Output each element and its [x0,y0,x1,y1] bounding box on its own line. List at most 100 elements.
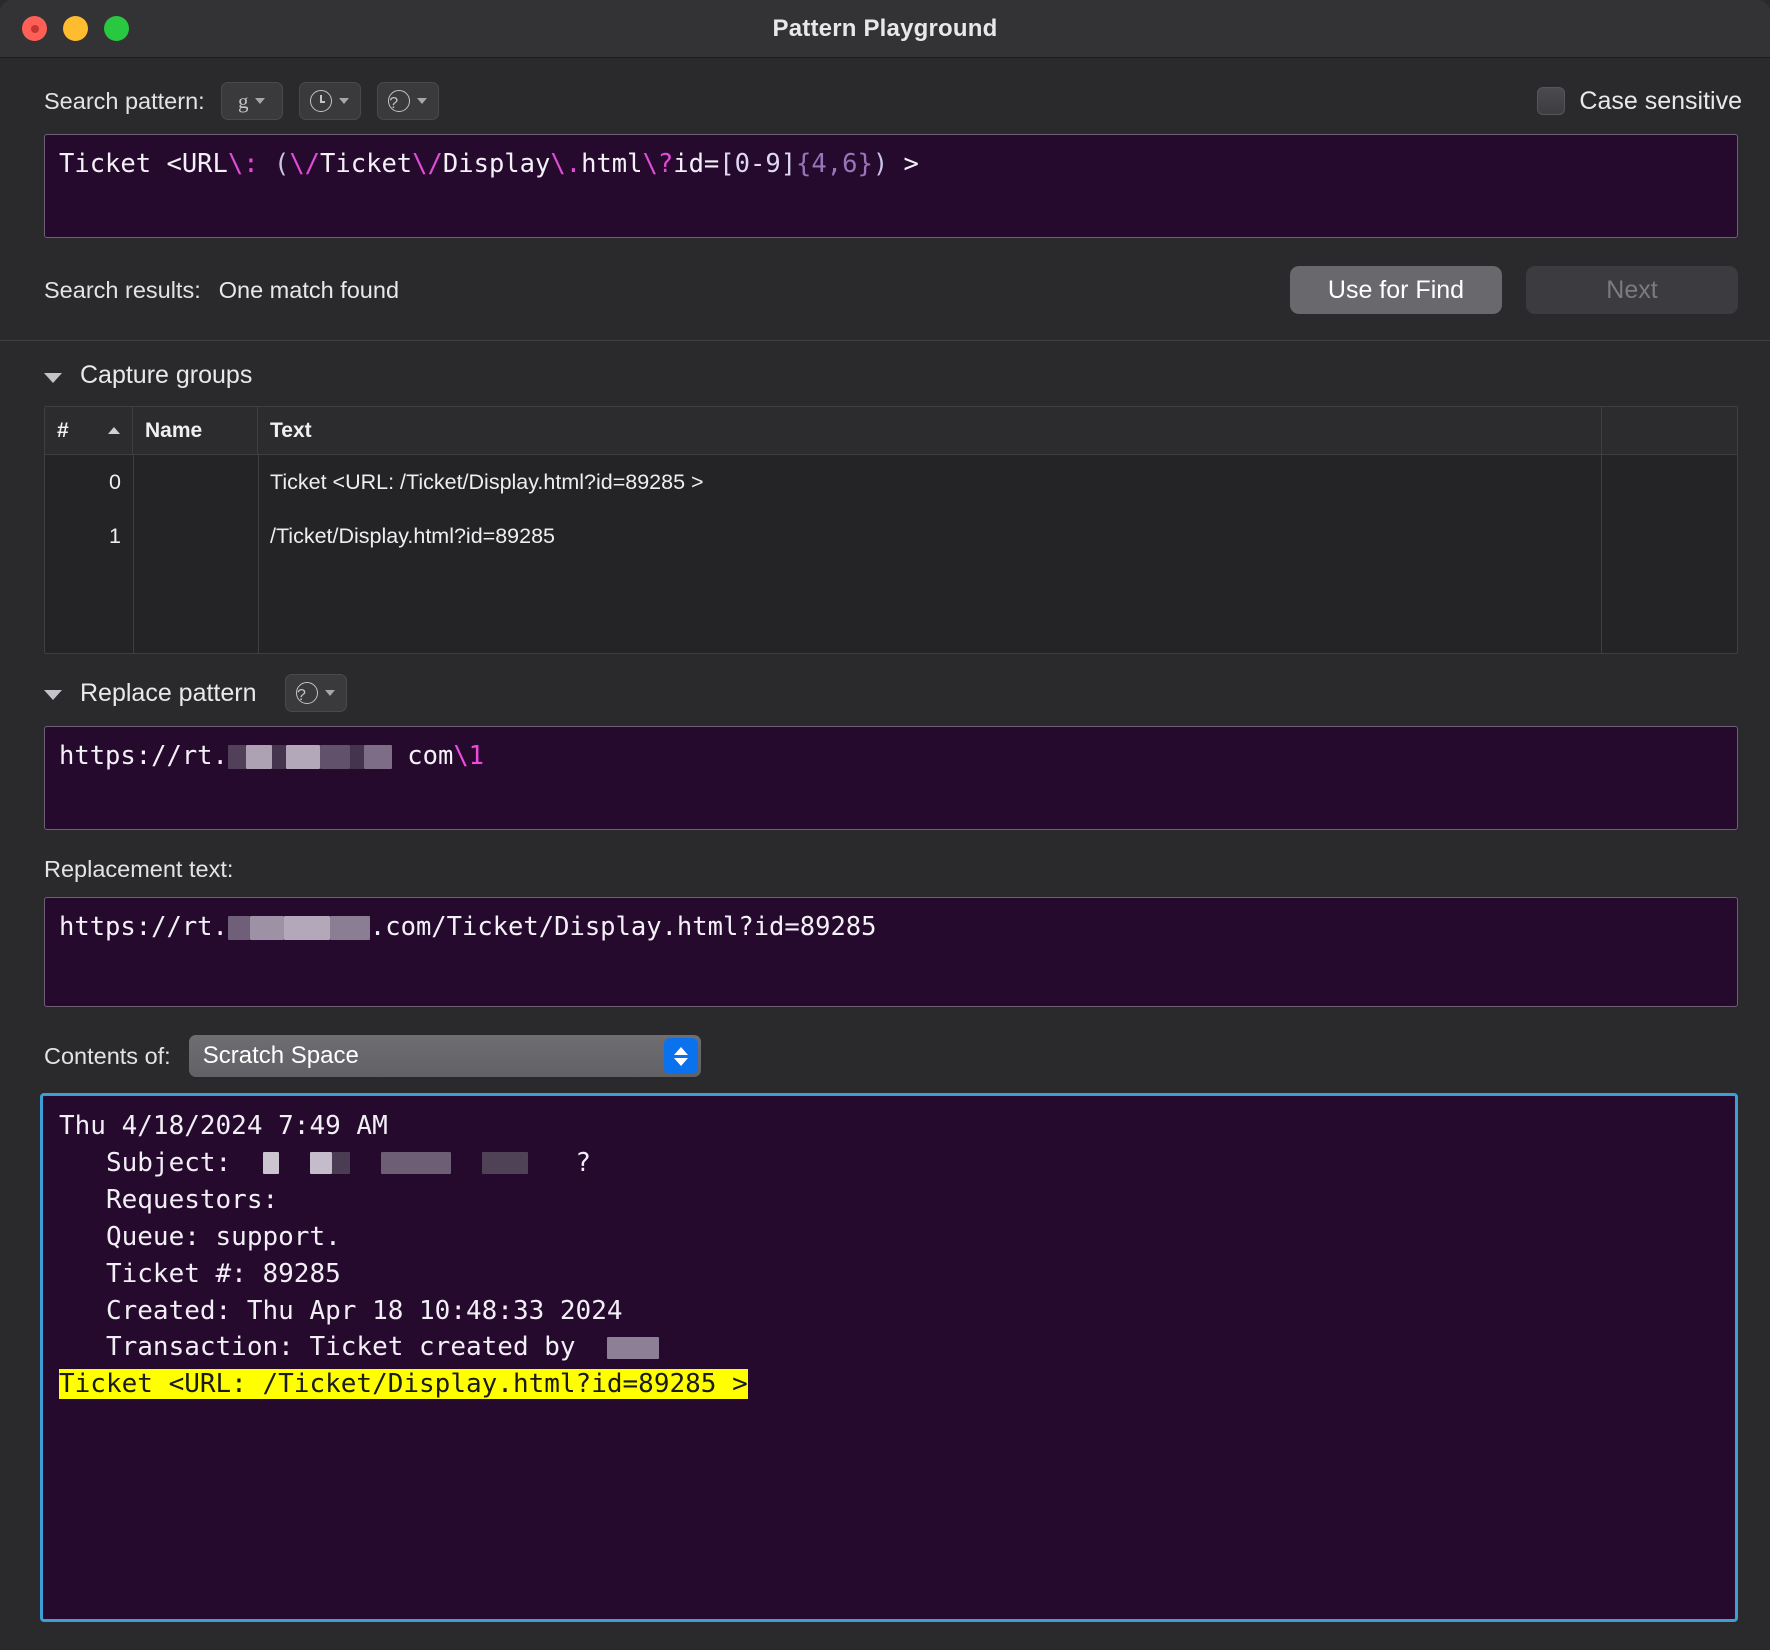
replacement-suffix-text: .com/Ticket/Display.html?id=89285 [370,912,877,942]
pattern-token: \/ [289,149,320,179]
column-header-name[interactable]: Name [133,407,258,454]
table-row[interactable]: 1 /Ticket/Display.html?id=89285 [45,509,1737,563]
search-results-label: Search results: [44,277,201,304]
question-icon: ? [388,90,410,112]
case-sensitive-checkbox[interactable] [1537,87,1565,115]
redacted-block [482,1152,528,1174]
case-sensitive-label: Case sensitive [1579,87,1742,116]
pattern-playground-window: Pattern Playground Search pattern: g ? C… [0,0,1770,1650]
chevron-down-icon [674,1058,688,1066]
redacted-block [381,1152,451,1174]
search-pattern-label: Search pattern: [44,88,205,115]
replacement-text-label: Replacement text: [0,830,1770,883]
pattern-token: ( [274,149,289,179]
redacted-block [330,916,370,940]
column-header-spacer [1602,407,1737,454]
pattern-token: \? [643,149,674,179]
capture-groups-disclosure[interactable]: Capture groups [0,341,1770,390]
chevron-up-icon [674,1047,688,1055]
search-pattern-header: Search pattern: g ? Case sensitive [0,58,1770,120]
pattern-token: Ticket [320,149,412,179]
scratch-line-1: Thu 4/18/2024 7:49 AM [59,1111,388,1141]
traffic-light-buttons [22,16,129,41]
redacted-block [607,1337,659,1359]
column-divider [258,455,259,653]
cell-text: Ticket <URL: /Ticket/Display.html?id=892… [258,470,1737,495]
up-down-chevrons-icon[interactable] [664,1038,698,1074]
results-buttons: Use for Find Next [1290,266,1738,314]
scratch-line-3: Requestors: [59,1185,278,1215]
scratch-space-text-area[interactable]: Thu 4/18/2024 7:49 AM Subject: ? Request… [40,1093,1738,1622]
case-sensitive-control[interactable]: Case sensitive [1537,87,1742,116]
redacted-block [320,745,350,769]
search-pattern-input[interactable]: Ticket <URL\: (\/Ticket\/Display\.html\?… [44,134,1738,238]
redacted-block [250,916,284,940]
search-results-value: One match found [219,277,399,304]
replace-suffix-text: com [392,741,453,771]
pattern-token: html [581,149,642,179]
column-divider [133,455,134,653]
window-body: Search pattern: g ? Case sensitive Ticke… [0,58,1770,1650]
pattern-token [259,149,274,179]
contents-selected-value: Scratch Space [203,1042,359,1070]
question-icon: ? [296,682,318,704]
close-button[interactable] [22,16,47,41]
bottom-spacer [0,1622,1770,1650]
pattern-help-button[interactable]: ? [377,82,439,120]
replace-prefix-text: https://rt. [59,741,228,771]
pattern-token: \/ [412,149,443,179]
pattern-token: Ticket <URL [59,149,228,179]
redacted-block [286,745,320,769]
scratch-line-4: Queue: support. [59,1222,341,1252]
replace-pattern-disclosure[interactable]: Replace pattern ? [0,654,1770,712]
clock-icon [310,90,332,112]
column-divider [1601,455,1602,653]
redacted-block [246,745,272,769]
chevron-down-icon[interactable] [44,373,62,383]
redacted-block [263,1152,279,1174]
contents-source-select[interactable]: Scratch Space [189,1035,701,1077]
redacted-block [350,745,364,769]
chevron-down-icon[interactable] [44,690,62,700]
replacement-text-output[interactable]: https://rt..com/Ticket/Display.html?id=8… [44,897,1738,1007]
pattern-token: \: [228,149,259,179]
backreference-token: \1 [453,741,484,771]
table-body: 0 Ticket <URL: /Ticket/Display.html?id=8… [45,455,1737,653]
g-flag-icon: g [238,89,249,114]
redacted-block [284,916,330,940]
replace-help-button[interactable]: ? [285,674,347,712]
chevron-down-icon [255,98,265,104]
table-row[interactable]: 0 Ticket <URL: /Ticket/Display.html?id=8… [45,455,1737,509]
pattern-token: [0-9] [719,149,796,179]
minimize-button[interactable] [63,16,88,41]
chevron-down-icon [417,98,427,104]
redacted-block [272,745,286,769]
redacted-block [364,745,392,769]
replace-pattern-title: Replace pattern [80,679,257,708]
cell-number: 0 [45,470,133,495]
title-bar: Pattern Playground [0,0,1770,58]
sort-ascending-icon [108,427,120,434]
next-button[interactable]: Next [1526,266,1738,314]
column-header-text[interactable]: Text [258,407,1602,454]
pattern-token: {4,6} [796,149,873,179]
use-for-find-button[interactable]: Use for Find [1290,266,1502,314]
pattern-history-button[interactable] [299,82,361,120]
scratch-line-2-suffix: ? [575,1148,591,1178]
scratch-line-2-label: Subject: [59,1148,231,1178]
chevron-down-icon [339,98,349,104]
chevron-down-icon [325,690,335,696]
scratch-match-highlight: Ticket <URL: /Ticket/Display.html?id=892… [59,1369,748,1399]
redacted-block [228,745,246,769]
maximize-button[interactable] [104,16,129,41]
table-header-row: # Name Text [45,407,1737,455]
replace-pattern-input[interactable]: https://rt. com\1 [44,726,1738,830]
window-title: Pattern Playground [0,15,1770,43]
contents-of-label: Contents of: [44,1043,171,1070]
column-header-number[interactable]: # [45,407,133,454]
capture-groups-table: # Name Text 0 Ticket <URL: /Ticket/Displ… [44,406,1738,654]
regex-flavor-button[interactable]: g [221,82,283,120]
column-label: # [57,419,69,443]
contents-of-row: Contents of: Scratch Space [0,1007,1770,1077]
scratch-line-6: Created: Thu Apr 18 10:48:33 2024 [59,1296,623,1326]
